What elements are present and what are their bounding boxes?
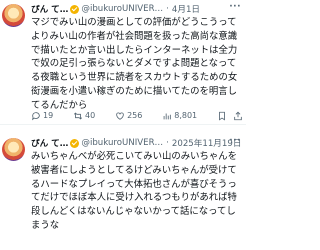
like-button[interactable]: 256 (115, 111, 142, 121)
view-count: 8,801 (174, 111, 198, 120)
share-icon[interactable] (233, 111, 243, 121)
avatar[interactable] (2, 138, 25, 161)
views-icon (162, 111, 172, 121)
reply-button[interactable]: 19 (31, 111, 53, 121)
tweet-text: マジでみい山の漫画としての評価がどうこうってよりみい山の作者が社会問題を扱った高… (31, 17, 238, 111)
views-button[interactable]: 8,801 (162, 111, 197, 121)
date-separator: · (166, 4, 169, 14)
tweet-2[interactable]: ぴん て… @ibukuroUNIVER… · 2025年11月19日 ··· … (0, 125, 246, 250)
date-separator: · (166, 138, 169, 148)
user-handle[interactable]: @ibukuroUNIVER… (81, 138, 163, 148)
more-icon[interactable]: ··· (229, 2, 241, 12)
tweet-header: ぴん て… @ibukuroUNIVER… · 2025年11月19日 ··· (31, 136, 244, 150)
more-icon[interactable]: ··· (229, 136, 241, 146)
like-count: 256 (127, 111, 143, 120)
reply-icon (31, 111, 41, 121)
verified-badge-icon (70, 138, 80, 148)
bookmark-icon[interactable] (217, 111, 227, 121)
tweet-actions: 19 40 256 8,801 (31, 109, 243, 122)
retweet-count: 40 (85, 111, 96, 120)
retweet-button[interactable]: 40 (73, 111, 95, 121)
user-handle[interactable]: @ibukuroUNIVER… (81, 4, 163, 14)
reply-count: 19 (43, 111, 54, 120)
avatar[interactable] (2, 4, 25, 27)
verified-badge-icon (70, 4, 80, 14)
display-name[interactable]: ぴん て… (31, 137, 68, 149)
tweet-date[interactable]: 4月1日 (172, 3, 200, 15)
tweet-1[interactable]: ぴん て… @ibukuroUNIVER… · 4月1日 ··· マジでみい山の… (0, 0, 246, 124)
retweet-icon (73, 111, 83, 121)
heart-icon (115, 111, 125, 121)
tweet-text: みいちゃんべが必死こいてみい山のみいちゃんを被害者にしようとしてるけどみいちゃん… (31, 151, 237, 231)
display-name[interactable]: ぴん て… (31, 3, 68, 15)
tweet-header: ぴん て… @ibukuroUNIVER… · 4月1日 ··· (31, 2, 244, 16)
